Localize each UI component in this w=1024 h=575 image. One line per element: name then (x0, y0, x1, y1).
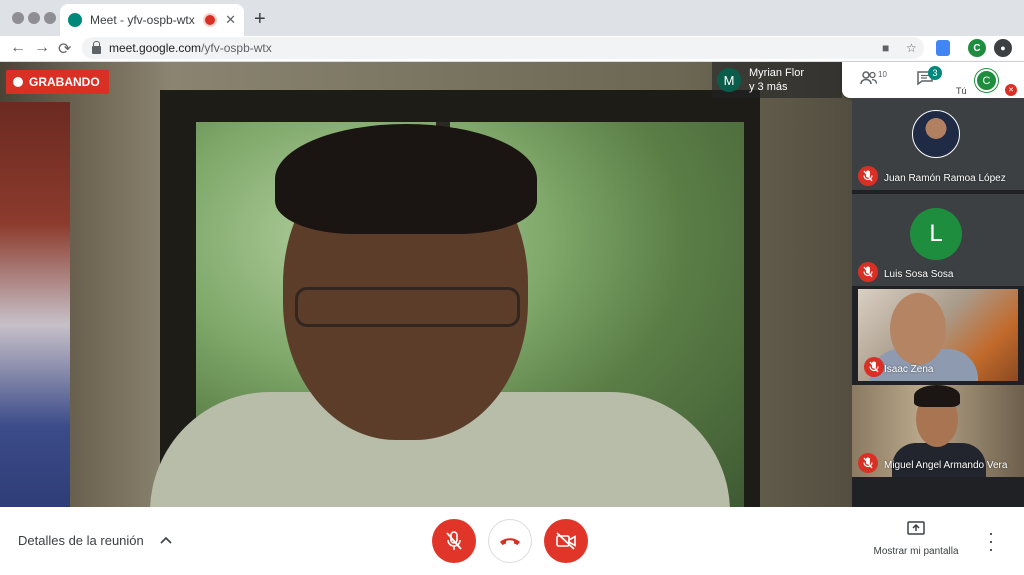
hang-up-icon (500, 538, 520, 545)
participant-tile[interactable]: Isaac Zena (858, 289, 1018, 381)
participants-count: 10 (878, 70, 887, 79)
mic-off-icon (858, 166, 878, 186)
camera-off-icon (556, 532, 576, 550)
url-text: meet.google.com/yfv-ospb-wtx (109, 41, 272, 55)
extension-icon[interactable]: ● (994, 39, 1012, 57)
mic-off-icon (446, 531, 462, 550)
presenter-avatar: M (717, 68, 741, 92)
meet-favicon-icon (68, 13, 82, 27)
extension-doc-icon[interactable] (936, 40, 950, 56)
participant-avatar (912, 110, 960, 158)
presenter-name: Myrian Flor (749, 67, 805, 79)
presenter-more: y 3 más (749, 81, 788, 93)
present-screen-label: Mostrar mi pantalla (873, 546, 959, 557)
self-label: Tú (956, 86, 967, 96)
minimize-window-button[interactable] (28, 12, 40, 24)
people-icon (860, 71, 878, 85)
mic-toggle-button[interactable] (432, 519, 476, 563)
chat-count-badge: 3 (928, 66, 942, 80)
main-video (0, 62, 852, 507)
close-tab-icon[interactable]: ✕ (225, 12, 236, 28)
meeting-details-button[interactable]: Detalles de la reunión (18, 533, 144, 548)
participant-name: Luis Sosa Sosa (884, 269, 954, 280)
browser-tab-strip: Meet - yfv-ospb-wtx ✕ + (0, 0, 1024, 36)
chevron-up-icon[interactable] (160, 531, 172, 547)
maximize-window-button[interactable] (44, 12, 56, 24)
profile-avatar[interactable]: C (968, 39, 986, 57)
participant-avatar: L (910, 208, 962, 260)
bottom-control-bar: Detalles de la reunión Mostrar mi pantal… (0, 507, 1024, 575)
tab-title: Meet - yfv-ospb-wtx (90, 13, 195, 27)
reload-button[interactable]: ⟳ (58, 39, 71, 59)
camera-icon[interactable]: ■ (882, 41, 889, 55)
more-options-icon[interactable]: · · · (988, 524, 994, 558)
mic-off-icon (864, 357, 884, 377)
new-tab-button[interactable]: + (254, 8, 266, 31)
recording-indicator-icon (205, 15, 216, 25)
presenter-label: M Myrian Flor y 3 más (712, 62, 842, 98)
mic-off-icon (858, 262, 878, 282)
forward-button[interactable]: → (34, 39, 50, 57)
participants-button[interactable] (860, 70, 878, 91)
camera-toggle-button[interactable] (544, 519, 588, 563)
participant-tile[interactable]: Miguel Angel Armando Vera (852, 385, 1024, 477)
recording-badge: GRABANDO (6, 70, 109, 94)
lock-icon (92, 41, 101, 54)
participant-tile[interactable]: L Luis Sosa Sosa (852, 194, 1024, 286)
browser-toolbar: ← → ⟳ meet.google.com/yfv-ospb-wtx ■ ☆ C… (0, 36, 1024, 62)
present-screen-button[interactable]: Mostrar mi pantalla (868, 521, 964, 557)
self-avatar[interactable]: C (975, 69, 998, 92)
present-screen-icon (907, 521, 925, 535)
mic-off-icon (858, 453, 878, 473)
participant-name: Isaac Zena (884, 364, 934, 375)
self-mic-off-icon: ✕ (1005, 84, 1017, 96)
record-dot-icon (13, 77, 23, 87)
close-window-button[interactable] (12, 12, 24, 24)
participant-sidebar: Juan Ramón Ramoa López L Luis Sosa Sosa … (852, 98, 1024, 507)
participant-tile[interactable]: Juan Ramón Ramoa López (852, 98, 1024, 190)
participant-name: Juan Ramón Ramoa López (884, 173, 1006, 184)
back-button[interactable]: ← (10, 39, 26, 57)
participant-name: Miguel Angel Armando Vera (884, 460, 1008, 471)
star-icon[interactable]: ☆ (906, 41, 917, 55)
leave-call-button[interactable] (488, 519, 532, 563)
address-bar[interactable]: meet.google.com/yfv-ospb-wtx ■ ☆ (82, 37, 924, 59)
browser-tab-meet[interactable]: Meet - yfv-ospb-wtx ✕ (60, 4, 244, 36)
